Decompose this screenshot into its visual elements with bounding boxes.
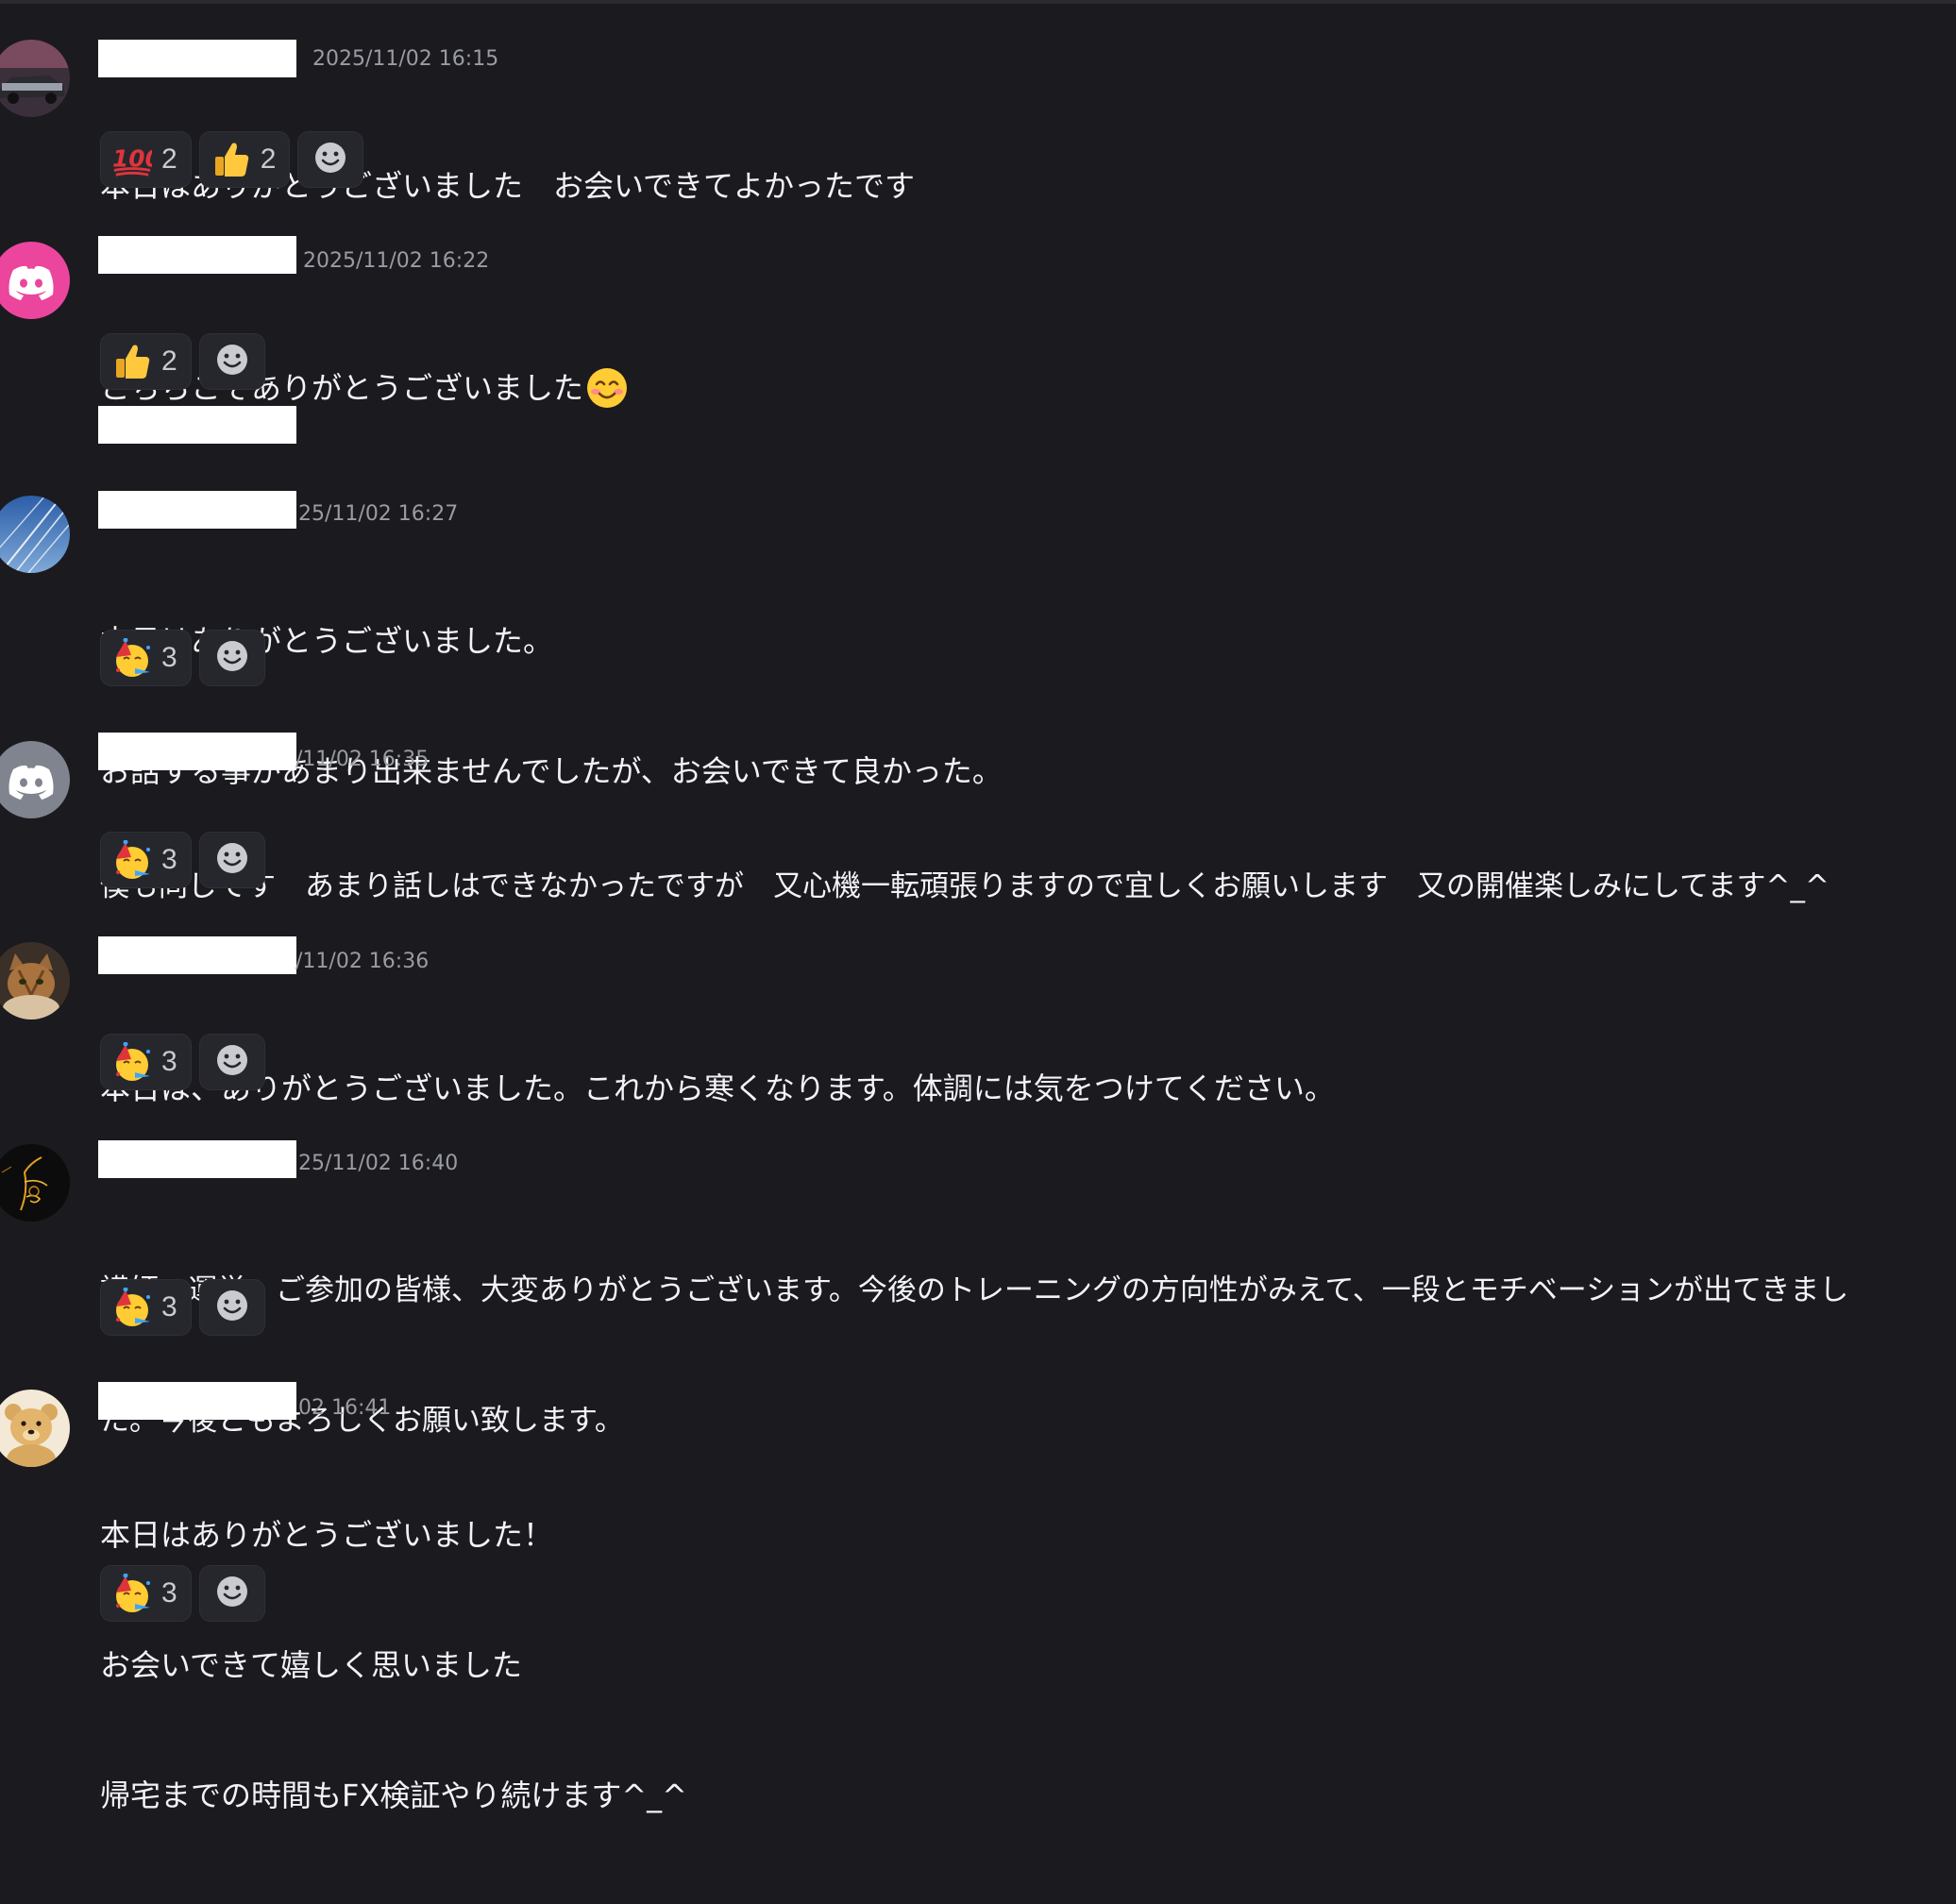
username-redacted[interactable] (98, 236, 296, 274)
hundred-points-icon: 100 (112, 140, 152, 179)
reaction-count: 3 (161, 1046, 177, 1077)
add-reaction-button[interactable] (198, 832, 265, 888)
partying-face-icon (112, 638, 152, 678)
username-redacted[interactable] (98, 1382, 296, 1420)
reaction-bar: 2 (100, 333, 265, 390)
timestamp: /11/02 16:35 (295, 748, 430, 771)
partying-face-icon (112, 840, 152, 880)
reaction-count: 3 (161, 1291, 177, 1323)
thumbs-up-icon (211, 140, 251, 179)
partying-face-icon (112, 1574, 152, 1613)
partying-face-icon (112, 1288, 152, 1327)
car-avatar[interactable] (0, 40, 70, 117)
timestamp: 2025/11/02 16:22 (303, 249, 490, 273)
discord-pink-avatar[interactable] (0, 242, 70, 319)
timestamp: 25/11/02 16:27 (298, 502, 459, 526)
message-line: 帰宅までの時間もFX検証やり続けます^_^ (100, 1778, 687, 1813)
thumbs-up-icon (112, 342, 152, 381)
message-line: 本日はありがとうございました！ (100, 1517, 554, 1553)
partying-face-icon (112, 1042, 152, 1082)
add-reaction-button[interactable] (198, 1034, 265, 1090)
add-reaction-button[interactable] (198, 1565, 265, 1622)
smiling-face-icon (585, 366, 629, 410)
message-line: 本日は、ありがとうございました。これから寒くなります。体調には気をつけてください… (100, 1070, 1335, 1106)
reaction-bar: 3 (100, 832, 265, 888)
reaction-bar: 3 (100, 630, 265, 686)
reaction-partying-face[interactable]: 3 (100, 832, 192, 888)
username-redacted[interactable] (98, 1140, 296, 1178)
username-redacted[interactable] (98, 936, 296, 974)
message-line: お会いできて嬉しく思いました (100, 1647, 523, 1683)
teddy-bear-avatar[interactable] (0, 1390, 70, 1467)
username-redacted[interactable] (98, 733, 296, 770)
reaction-count: 2 (161, 143, 177, 175)
add-reaction-button[interactable] (297, 131, 364, 188)
reaction-count: 3 (161, 1577, 177, 1609)
cat-avatar[interactable] (0, 942, 70, 1019)
add-reaction-icon (215, 1575, 249, 1612)
reaction-bar: 3 (100, 1565, 265, 1622)
reaction-partying-face[interactable]: 3 (100, 1565, 192, 1622)
reaction-thumbs-up[interactable]: 2 (198, 131, 291, 188)
reaction-count: 2 (161, 345, 177, 377)
reaction-partying-face[interactable]: 3 (100, 1034, 192, 1090)
fireworks-avatar[interactable] (0, 1144, 70, 1222)
timestamp: 02 16:41 (298, 1396, 392, 1420)
reaction-count: 2 (260, 143, 277, 175)
reaction-count: 3 (161, 642, 177, 673)
add-reaction-button[interactable] (198, 630, 265, 686)
add-reaction-icon (215, 343, 249, 380)
top-divider (0, 0, 1956, 4)
reaction-bar: 3 (100, 1279, 265, 1336)
add-reaction-icon (215, 639, 249, 677)
sky-avatar[interactable] (0, 496, 70, 573)
add-reaction-icon (215, 1043, 249, 1081)
username-redacted[interactable] (98, 491, 296, 529)
timestamp: 2025/11/02 16:15 (312, 47, 499, 71)
timestamp: 25/11/02 16:40 (298, 1152, 459, 1175)
reaction-partying-face[interactable]: 3 (100, 1279, 192, 1336)
add-reaction-button[interactable] (198, 1279, 265, 1336)
message-line: 講師、運営、ご参加の皆様、大変ありがとうございます。今後のトレーニングの方向性が… (100, 1273, 1849, 1307)
redacted-box (98, 406, 296, 444)
add-reaction-icon (215, 841, 249, 879)
timestamp: /11/02 16:36 (295, 950, 430, 973)
message-content: 本日はありがとうございました！ お会いできて嬉しく思いました 帰宅までの時間もF… (100, 1426, 687, 1904)
discord-grey-avatar[interactable] (0, 741, 70, 818)
add-reaction-icon (215, 1289, 249, 1326)
message-line: 僕も同じです あまり話しはできなかったですが 又心機一転頑張りますので宜しくお願… (100, 869, 1830, 903)
reaction-partying-face[interactable]: 3 (100, 630, 192, 686)
username-redacted[interactable] (98, 40, 296, 77)
reaction-hundred[interactable]: 100 2 (100, 131, 192, 188)
reaction-bar: 100 2 2 (100, 131, 364, 188)
add-reaction-icon (313, 141, 347, 178)
reaction-bar: 3 (100, 1034, 265, 1090)
add-reaction-button[interactable] (198, 333, 265, 390)
reaction-thumbs-up[interactable]: 2 (100, 333, 192, 390)
reaction-count: 3 (161, 844, 177, 875)
